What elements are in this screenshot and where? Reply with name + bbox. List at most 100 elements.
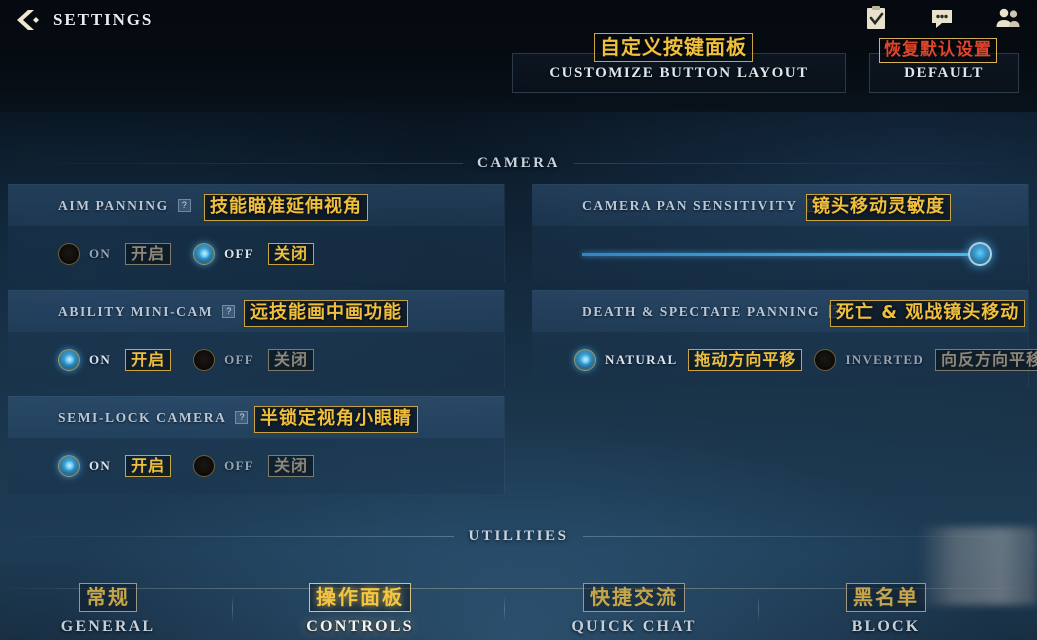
tab-quick-chat-cn: 快捷交流 <box>583 583 685 612</box>
tab-controls-cn: 操作面板 <box>309 583 411 612</box>
radio-option-natural[interactable]: NATURAL <box>574 348 678 371</box>
setting-label-band: CAMERA PAN SENSITIVITY ? 镜头移动灵敏度 <box>532 184 1028 226</box>
setting-row-camera-pan-sensitivity: CAMERA PAN SENSITIVITY ? 镜头移动灵敏度 <box>532 184 1029 282</box>
camera-pan-sensitivity-slider[interactable] <box>582 242 992 266</box>
aim-panning-cn-annotation: 技能瞄准延伸视角 <box>204 194 368 221</box>
help-icon[interactable]: ? <box>177 199 191 212</box>
setting-options-body: ON 开启 OFF 关闭 <box>8 332 504 388</box>
settings-screen: SETTINGS CUSTOMIZE BUTTON LAYOUT 自定义按键面板… <box>0 0 1037 640</box>
radio-label-off: OFF <box>224 245 255 261</box>
clipboard-check-icon[interactable] <box>863 5 889 31</box>
radio-label-on: ON <box>89 245 112 261</box>
default-button-label: DEFAULT <box>904 64 984 81</box>
tab-quick-chat-label: QUICK CHAT <box>571 618 697 635</box>
radio-option-on[interactable]: ON <box>58 348 112 371</box>
setting-options-body: ON 开启 OFF 关闭 <box>8 438 504 494</box>
aim-panning-on-cn: 开启 <box>125 242 172 266</box>
radio-option-off[interactable]: OFF <box>193 242 255 265</box>
back-button[interactable]: SETTINGS <box>14 4 153 36</box>
radio-indicator-on[interactable] <box>58 242 80 265</box>
setting-label-camera-pan-sensitivity: CAMERA PAN SENSITIVITY <box>582 197 798 213</box>
tab-block-label: BLOCK <box>851 618 921 635</box>
radio-label-off: OFF <box>224 457 255 473</box>
setting-label-band: DEATH & SPECTATE PANNING ? 死亡 & 观战镜头移动 <box>532 290 1028 332</box>
tab-separator <box>758 596 759 622</box>
ability-mini-cam-on-cn: 开启 <box>125 348 172 372</box>
death-spectate-inverted-cn: 向反方向平移 <box>935 348 1037 372</box>
header-bar: SETTINGS CUSTOMIZE BUTTON LAYOUT 自定义按键面板… <box>0 0 1037 112</box>
radio-option-off[interactable]: OFF <box>193 348 255 371</box>
page-title: SETTINGS <box>53 10 154 29</box>
slider-track[interactable] <box>582 252 970 256</box>
radio-label-on: ON <box>89 351 112 367</box>
radio-indicator-natural[interactable] <box>574 348 596 371</box>
friends-icon[interactable] <box>995 5 1021 31</box>
radio-group-death-spectate-panning: NATURAL 拖动方向平移 INVERTED 向反方向平移 <box>574 348 1037 372</box>
back-arrow-icon <box>17 10 39 30</box>
camera-section-label: CAMERA <box>476 155 561 171</box>
radio-indicator-off[interactable] <box>193 454 216 477</box>
setting-options-body <box>532 226 1028 282</box>
header-icon-group <box>863 5 1021 31</box>
setting-label-aim-panning: AIM PANNING <box>58 197 169 213</box>
setting-row-death-spectate-panning: DEATH & SPECTATE PANNING ? 死亡 & 观战镜头移动 N… <box>532 290 1037 388</box>
setting-row-semi-lock-camera: SEMI-LOCK CAMERA ? 半锁定视角小眼睛 ON 开启 OFF 关闭 <box>8 396 505 494</box>
radio-label-on: ON <box>89 457 112 473</box>
radio-label-natural: NATURAL <box>605 351 678 367</box>
ability-mini-cam-off-cn: 关闭 <box>268 348 315 372</box>
settings-column-right: CAMERA PAN SENSITIVITY ? 镜头移动灵敏度 DEATH &… <box>532 184 1037 396</box>
section-divider-right <box>582 536 1037 537</box>
section-divider-left <box>0 536 455 537</box>
help-icon[interactable]: ? <box>235 411 249 424</box>
setting-options-body: ON 开启 OFF 关闭 <box>8 226 504 282</box>
setting-label-ability-mini-cam: ABILITY MINI-CAM <box>58 303 214 319</box>
setting-label-semi-lock-camera: SEMI-LOCK CAMERA <box>58 409 227 425</box>
radio-option-on[interactable]: ON <box>58 454 112 477</box>
tab-quick-chat[interactable]: 快捷交流 QUICK CHAT <box>534 583 734 636</box>
radio-label-inverted: INVERTED <box>845 351 925 367</box>
setting-row-aim-panning: AIM PANNING ? 技能瞄准延伸视角 ON 开启 OFF 关闭 <box>8 184 505 282</box>
help-icon[interactable]: ? <box>222 305 236 318</box>
death-spectate-natural-cn: 拖动方向平移 <box>688 348 803 372</box>
radio-indicator-off[interactable] <box>193 242 216 265</box>
tab-controls-label: CONTROLS <box>306 618 414 635</box>
tab-general-label: GENERAL <box>60 618 156 635</box>
radio-indicator-on[interactable] <box>58 348 80 371</box>
camera-pan-sensitivity-cn-annotation: 镜头移动灵敏度 <box>806 194 951 221</box>
radio-option-off[interactable]: OFF <box>193 454 255 477</box>
customize-button-label: CUSTOMIZE BUTTON LAYOUT <box>549 64 809 81</box>
radio-indicator-on[interactable] <box>58 454 80 477</box>
tab-controls[interactable]: 操作面板 CONTROLS <box>245 568 475 640</box>
semi-lock-camera-cn-annotation: 半锁定视角小眼睛 <box>254 406 418 433</box>
tab-block[interactable]: 黑名单 BLOCK <box>786 583 986 636</box>
radio-option-on[interactable]: ON <box>58 242 112 265</box>
tab-block-cn: 黑名单 <box>846 583 926 612</box>
slider-handle[interactable] <box>968 242 992 266</box>
setting-label-death-spectate-panning: DEATH & SPECTATE PANNING <box>582 303 821 319</box>
radio-group-ability-mini-cam: ON 开启 OFF 关闭 <box>58 348 315 372</box>
setting-row-ability-mini-cam: ABILITY MINI-CAM ? 远技能画中画功能 ON 开启 OFF 关闭 <box>8 290 505 388</box>
bottom-tab-bar: 常规 GENERAL 操作面板 CONTROLS 快捷交流 QUICK CHAT… <box>0 527 1037 640</box>
chat-bubble-icon[interactable] <box>929 5 955 31</box>
default-button-cn-annotation: 恢复默认设置 <box>879 38 997 64</box>
radio-indicator-inverted[interactable] <box>814 348 837 371</box>
tab-general[interactable]: 常规 GENERAL <box>8 583 208 636</box>
utilities-section-label: UTILITIES <box>468 528 569 544</box>
setting-label-band: SEMI-LOCK CAMERA ? 半锁定视角小眼睛 <box>8 396 504 438</box>
radio-option-inverted[interactable]: INVERTED <box>814 348 925 371</box>
radio-indicator-off[interactable] <box>193 348 216 371</box>
tab-general-cn: 常规 <box>79 583 137 612</box>
section-divider-right <box>574 163 1037 164</box>
death-spectate-panning-cn-annotation: 死亡 & 观战镜头移动 <box>830 300 1026 327</box>
radio-group-semi-lock-camera: ON 开启 OFF 关闭 <box>58 454 315 478</box>
setting-label-band: AIM PANNING ? 技能瞄准延伸视角 <box>8 184 504 226</box>
ability-mini-cam-cn-annotation: 远技能画中画功能 <box>244 300 408 327</box>
radio-label-off: OFF <box>224 351 255 367</box>
radio-group-aim-panning: ON 开启 OFF 关闭 <box>58 242 315 266</box>
semi-lock-camera-off-cn: 关闭 <box>268 454 315 478</box>
setting-label-band: ABILITY MINI-CAM ? 远技能画中画功能 <box>8 290 504 332</box>
semi-lock-camera-on-cn: 开启 <box>125 454 172 478</box>
settings-column-left: AIM PANNING ? 技能瞄准延伸视角 ON 开启 OFF 关闭 ABIL… <box>8 184 505 502</box>
customize-button-cn-annotation: 自定义按键面板 <box>594 33 753 62</box>
camera-section-header: CAMERA <box>0 155 1037 172</box>
